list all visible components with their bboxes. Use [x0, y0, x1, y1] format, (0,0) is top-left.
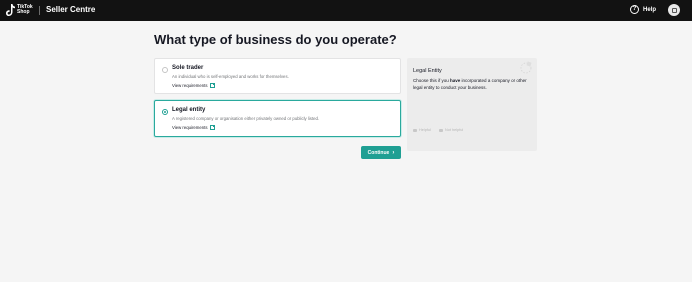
- helpful-button[interactable]: Helpful: [413, 128, 431, 132]
- legal-entity-radio[interactable]: [162, 109, 168, 115]
- view-requirements-link[interactable]: View requirements: [172, 83, 215, 88]
- info-text: Choose this if you have incorporated a c…: [413, 77, 531, 91]
- help-icon: ?: [630, 5, 639, 14]
- tiktok-logo-icon: [6, 4, 15, 16]
- help-button[interactable]: ? Help: [630, 5, 656, 14]
- chevron-right-icon: ›: [392, 149, 395, 156]
- option-description: A registered company or organisation eit…: [172, 116, 320, 121]
- help-label: Help: [643, 6, 657, 13]
- decorative-shapes-icon: [520, 61, 532, 74]
- brand-title: Seller Centre: [46, 5, 96, 14]
- continue-button[interactable]: Continue ›: [361, 146, 401, 159]
- external-link-icon: [209, 83, 215, 88]
- thumbs-down-icon: [439, 128, 443, 132]
- external-link-icon: [209, 125, 215, 130]
- account-avatar[interactable]: [668, 4, 680, 16]
- logo-divider: [38, 5, 40, 15]
- info-text-start: Choose this if you: [413, 78, 451, 83]
- page-title: What type of business do you operate?: [154, 32, 397, 47]
- store-icon: [671, 7, 677, 13]
- thumbs-up-icon: [413, 128, 417, 132]
- top-bar: TikTok Shop Seller Centre ? Help: [0, 0, 692, 21]
- view-requirements-label: View requirements: [172, 83, 208, 88]
- info-title: Legal Entity: [413, 68, 442, 74]
- logo-wordmark: TikTok Shop: [17, 5, 33, 15]
- not-helpful-button[interactable]: Not helpful: [439, 128, 463, 132]
- logo-line-2: Shop: [17, 9, 30, 15]
- helpful-label: Helpful: [419, 128, 431, 132]
- continue-label: Continue: [367, 149, 390, 156]
- info-text-bold: have: [450, 78, 461, 83]
- sole-trader-radio[interactable]: [162, 67, 168, 73]
- option-title: Legal entity: [172, 107, 206, 113]
- option-description: An individual who is self-employed and w…: [172, 74, 289, 79]
- view-requirements-label: View requirements: [172, 125, 208, 130]
- view-requirements-link[interactable]: View requirements: [172, 125, 215, 130]
- option-title: Sole trader: [172, 65, 204, 71]
- tiktok-shop-logo[interactable]: TikTok Shop: [6, 4, 40, 16]
- option-card-sole-trader[interactable]: Sole trader An individual who is self-em…: [154, 58, 401, 94]
- not-helpful-label: Not helpful: [445, 128, 464, 132]
- info-panel: Legal Entity Choose this if you have inc…: [407, 58, 537, 151]
- option-card-legal-entity[interactable]: Legal entity A registered company or org…: [154, 100, 401, 137]
